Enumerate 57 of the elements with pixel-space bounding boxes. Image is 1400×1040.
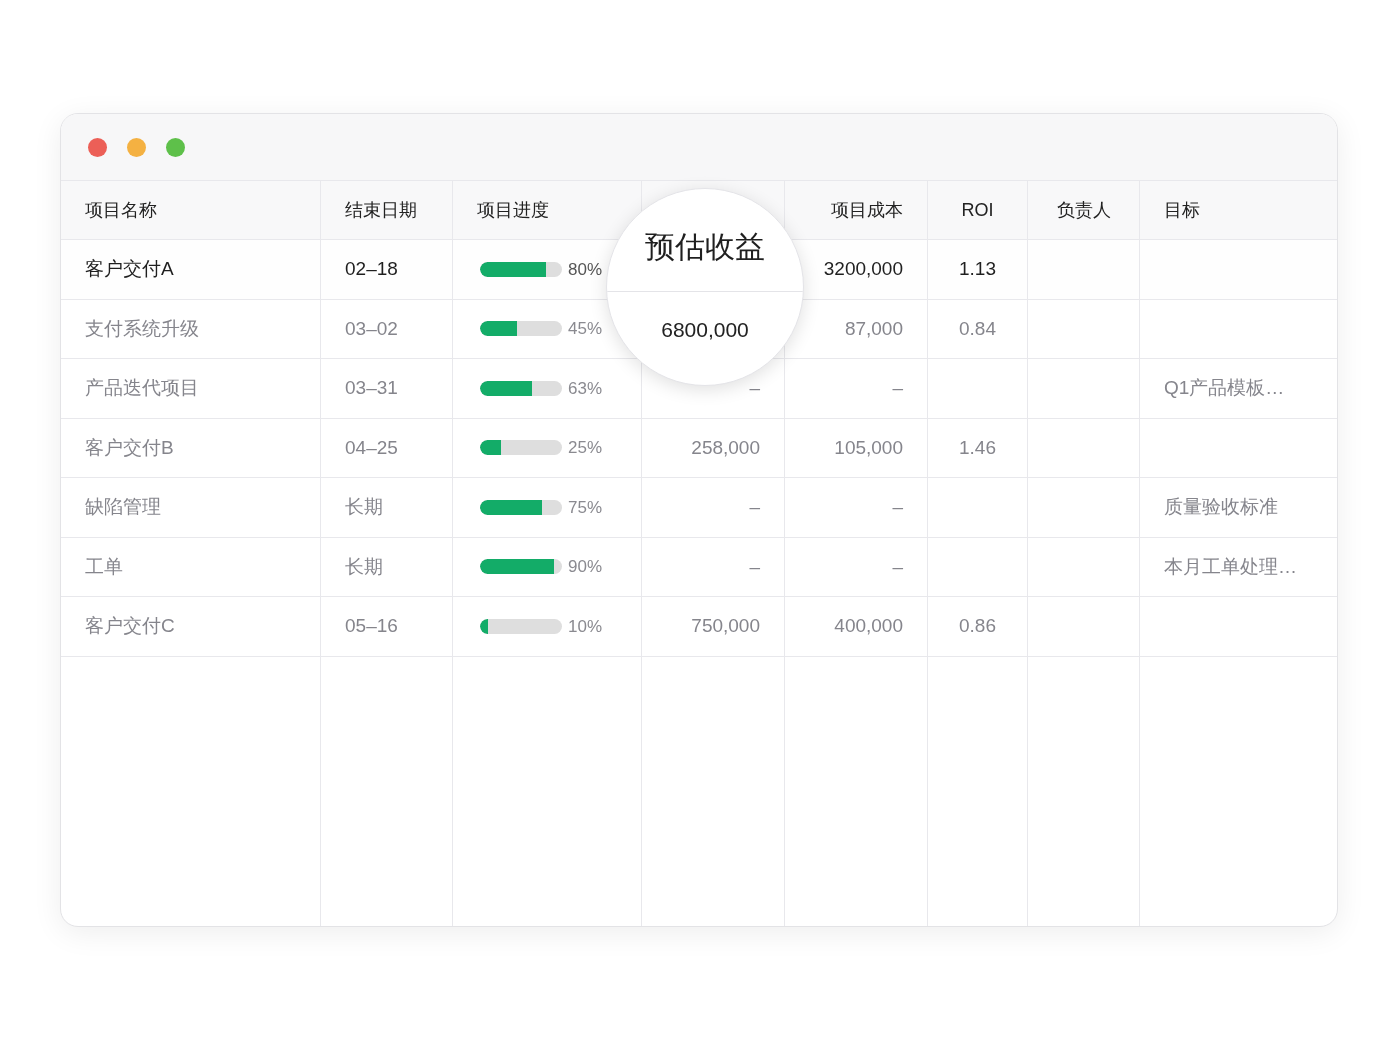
table-cell-text: 工单	[85, 554, 123, 579]
column-header: 项目进度	[477, 198, 549, 222]
table-cell-text: 1.13	[959, 257, 996, 281]
table-cell-text: 0.86	[959, 614, 996, 638]
magnified-column-header: 预估收益	[645, 228, 765, 265]
magnified-value: 6800,000	[661, 317, 749, 343]
table-cell-text: –	[892, 376, 903, 400]
window-control-icon[interactable]	[88, 137, 107, 157]
table-cell-text: 长期	[345, 554, 383, 579]
table-cell-text: –	[749, 376, 760, 400]
progress-percent: 63%	[568, 377, 603, 400]
table-cell-text: 750,000	[691, 614, 760, 638]
table-row[interactable]: 客户交付C 05–16 10% 750,000 400,000 0.86	[61, 597, 1337, 657]
column-header: ROI	[961, 198, 994, 222]
table-cell-text: 03–02	[345, 316, 398, 341]
window-control-icon[interactable]	[127, 137, 146, 157]
progress-percent: 90%	[568, 556, 603, 578]
table-cell-text: 3200,000	[823, 257, 903, 281]
table-cell-text: 105,000	[834, 435, 903, 460]
table-cell-text: 产品迭代项目	[85, 376, 199, 400]
table-cell-text: –	[749, 495, 760, 519]
column-header: 项目名称	[85, 198, 157, 222]
table-cell-text: –	[892, 495, 903, 519]
table-cell-text: 本月工单处理…	[1164, 554, 1297, 579]
table-row[interactable]: 产品迭代项目 03–31 63% – – Q1产品模板…	[61, 359, 1337, 419]
table-cell-text: 支付系统升级	[85, 316, 199, 341]
progress-percent: 75%	[568, 496, 603, 519]
table-row[interactable]: 工单 长期 90% – – 本月工单处理…	[61, 537, 1337, 597]
table-cell-text: 客户交付C	[85, 614, 175, 638]
table-cell-text: –	[892, 554, 903, 579]
table-cell-text: 258,000	[691, 435, 760, 460]
table-cell-text: 03–31	[345, 376, 398, 400]
table-cell-text: –	[749, 554, 760, 579]
progress-percent: 10%	[568, 615, 603, 638]
table-row[interactable]: 客户交付B 04–25 25% 258,000 105,000 1.46	[61, 418, 1337, 478]
table-cell-text: 400,000	[834, 614, 903, 638]
table-cell-text: Q1产品模板…	[1164, 376, 1285, 400]
table-cell-text: 缺陷管理	[85, 495, 161, 519]
column-header: 项目成本	[831, 198, 903, 222]
column-header: 目标	[1164, 198, 1200, 222]
progress-percent: 25%	[568, 437, 603, 459]
table-cell-text: 02–18	[345, 257, 398, 281]
table-cell-text: 05–16	[345, 614, 398, 638]
table-cell-text: 0.84	[959, 316, 996, 341]
table-cell-text: 客户交付A	[85, 257, 174, 281]
table-cell-text: 质量验收标准	[1164, 495, 1278, 519]
progress-percent: 80%	[568, 258, 603, 281]
table-cell-text: 87,000	[844, 316, 903, 341]
column-header: 结束日期	[345, 198, 417, 222]
table-cell-text: 长期	[345, 495, 383, 519]
column-header: 负责人	[1056, 198, 1111, 222]
table-cell-text: 04–25	[345, 435, 398, 460]
progress-percent: 45%	[568, 318, 603, 340]
table-cell-text: 1.46	[959, 435, 996, 460]
table-row[interactable]: 缺陷管理 长期 75% – – 质量验收标准	[61, 478, 1337, 538]
table-cell-text: 客户交付B	[85, 435, 174, 460]
window-control-icon[interactable]	[166, 137, 185, 157]
